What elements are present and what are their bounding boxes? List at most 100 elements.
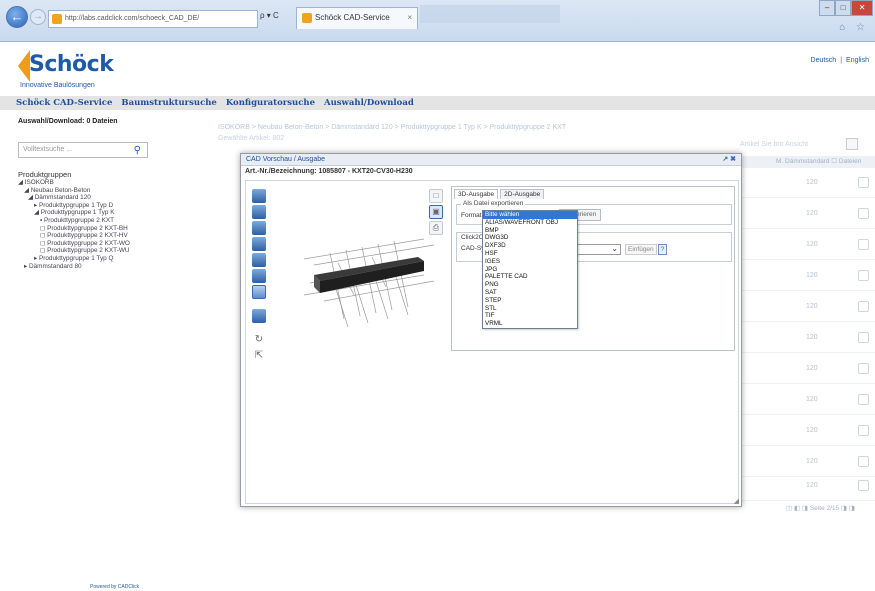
resize-handle-icon[interactable]: ◢ (734, 497, 739, 505)
tab-3d-output[interactable]: 3D-Ausgabe (454, 189, 499, 199)
row-checkbox[interactable] (858, 270, 869, 281)
page-icon[interactable]: □ (429, 189, 443, 203)
format-option[interactable]: HSF (483, 250, 577, 258)
tree-node[interactable]: ◻ Produkttypgruppe 2 KXT-WU (18, 247, 130, 255)
format-option[interactable]: DXF3D (483, 242, 577, 250)
fulltext-search-input[interactable]: Volltextsuche ... ⚲ (18, 142, 148, 158)
table-row[interactable]: 120 (738, 471, 875, 501)
cad-model-preview[interactable] (274, 201, 444, 351)
format-option[interactable]: PALETTE CAD (483, 273, 577, 281)
format-option[interactable]: DWG3D (483, 234, 577, 242)
table-row[interactable]: 120 (738, 323, 875, 353)
format-option[interactable]: BMP (483, 227, 577, 235)
format-option[interactable]: VRML (483, 320, 577, 328)
tab-favicon-icon (302, 13, 312, 23)
row-checkbox[interactable] (858, 425, 869, 436)
table-row[interactable]: 120 (738, 168, 875, 198)
background-tab[interactable] (420, 5, 560, 23)
format-option[interactable]: Bitte wählen (483, 211, 577, 219)
row-checkbox[interactable] (858, 480, 869, 491)
format-option[interactable]: SAT (483, 289, 577, 297)
export-selected-icon[interactable]: ▣ (429, 205, 443, 219)
table-row[interactable]: 120 (738, 230, 875, 260)
format-option[interactable]: STL (483, 305, 577, 313)
tree-node[interactable]: ◻ Produkttypgruppe 2 KXT-HV (18, 232, 130, 240)
format-option[interactable]: PNG (483, 281, 577, 289)
rows-per-page-button[interactable] (846, 138, 858, 150)
home-favorites-icons[interactable]: ⌂ ☆ (839, 22, 869, 33)
format-option[interactable]: ALIAS/WAVEFRONT OBJ (483, 219, 577, 227)
powered-by-link[interactable]: Powered by CADClick (90, 584, 139, 590)
row-checkbox[interactable] (858, 239, 869, 250)
tree-node[interactable]: ◻ Produkttypgruppe 2 KXT-BH (18, 225, 130, 233)
pagination[interactable]: ◫ ◧ ◨ Seite 2/15 ◨ ◨ (786, 504, 855, 512)
format-option[interactable]: IGES (483, 258, 577, 266)
dialog-titlebar[interactable]: CAD Vorschau / Ausgabe ↗ ✖ (241, 154, 741, 166)
view-iso-icon[interactable] (252, 189, 266, 203)
search-icon[interactable]: ⚲ (134, 144, 141, 158)
row-checkbox[interactable] (858, 363, 869, 374)
lang-en-link[interactable]: English (846, 57, 869, 64)
row-checkbox[interactable] (858, 394, 869, 405)
tree-node[interactable]: ◢ Neubau Beton-Beton (18, 187, 130, 195)
table-row[interactable]: 120 (738, 354, 875, 384)
tree-node[interactable]: ▸ Dämmstandard 80 (18, 263, 130, 271)
forward-button[interactable]: → (30, 9, 46, 25)
nav-configurator-search[interactable]: Konfiguratorsuche (226, 98, 315, 108)
view-back-icon[interactable] (252, 253, 266, 267)
row-checkbox[interactable] (858, 177, 869, 188)
insert-button[interactable]: Einfügen (625, 244, 657, 255)
format-option[interactable]: TIF (483, 312, 577, 320)
browser-tab[interactable]: Schöck CAD-Service × (296, 7, 418, 29)
insulation-value: 120 (806, 334, 818, 341)
render-mode-icon[interactable] (252, 309, 266, 323)
close-window-button[interactable]: ✕ (851, 0, 874, 16)
row-checkbox[interactable] (858, 301, 869, 312)
minimize-button[interactable]: – (819, 0, 836, 16)
view-bottom-icon[interactable] (252, 269, 266, 283)
row-checkbox[interactable] (858, 456, 869, 467)
view-side-icon[interactable] (252, 221, 266, 235)
table-row[interactable]: 120 (738, 199, 875, 229)
address-bar[interactable]: http://labs.cadclick.com/schoeck_CAD_DE/ (48, 10, 258, 28)
zoom-fit-icon[interactable]: ⇱ (252, 349, 266, 363)
nav-cad-service[interactable]: Schöck CAD-Service (16, 98, 112, 108)
view-front-icon[interactable] (252, 205, 266, 219)
insulation-value: 120 (806, 365, 818, 372)
product-tree: ◢ ISOKORB ◢ Neubau Beton-Beton ◢ Dämmsta… (18, 179, 130, 270)
tab-close-icon[interactable]: × (407, 8, 412, 28)
table-row[interactable]: 120 (738, 292, 875, 322)
row-checkbox[interactable] (858, 332, 869, 343)
tab-title: Schöck CAD-Service (315, 13, 390, 22)
address-tools[interactable]: ρ ▾ C (260, 11, 279, 20)
view-selected-icon[interactable] (252, 285, 266, 299)
back-button[interactable]: ← (6, 6, 28, 28)
dialog-close-icon[interactable]: ↗ ✖ (722, 154, 736, 166)
tree-node[interactable]: ◢ Dämmstandard 120 (18, 194, 130, 202)
tree-node[interactable]: ◢ ISOKORB (18, 179, 130, 187)
breadcrumb[interactable]: ISOKORB > Neubau Beton-Beton > Dämmstand… (218, 124, 566, 131)
rotate-icon[interactable]: ↻ (252, 333, 266, 347)
table-row[interactable]: 120 (738, 385, 875, 415)
format-option[interactable]: JPG (483, 266, 577, 274)
format-option[interactable]: STEP (483, 297, 577, 305)
view-toolbar: ↻ ⇱ (252, 189, 268, 365)
format-dropdown-list[interactable]: Bitte wählen ALIAS/WAVEFRONT OBJ BMP DWG… (482, 210, 578, 329)
print-icon[interactable]: ⎙ (429, 221, 443, 235)
tree-node[interactable]: ▸ Produkttypgruppe 1 Typ D (18, 202, 130, 210)
nav-tree-search[interactable]: Baumstruktursuche (121, 98, 216, 108)
lang-de-link[interactable]: Deutsch (811, 57, 837, 64)
lang-separator: | (840, 57, 843, 64)
table-row[interactable]: 120 (738, 261, 875, 291)
tree-node[interactable]: ▸ Produkttypgruppe 1 Typ Q (18, 255, 130, 263)
row-checkbox[interactable] (858, 208, 869, 219)
help-button[interactable]: ? (658, 244, 667, 255)
view-top-icon[interactable] (252, 237, 266, 251)
tree-node[interactable]: ◻ Produkttypgruppe 2 KXT-WO (18, 240, 130, 248)
maximize-button[interactable]: □ (835, 0, 852, 16)
nav-selection-download[interactable]: Auswahl/Download (324, 98, 414, 108)
tree-node-selected[interactable]: ▪ Produkttypgruppe 2 KXT (18, 217, 130, 225)
tab-2d-output[interactable]: 2D-Ausgabe (500, 189, 545, 199)
tree-node[interactable]: ◢ Produkttypgruppe 1 Typ K (18, 209, 130, 217)
table-row[interactable]: 120 (738, 416, 875, 446)
